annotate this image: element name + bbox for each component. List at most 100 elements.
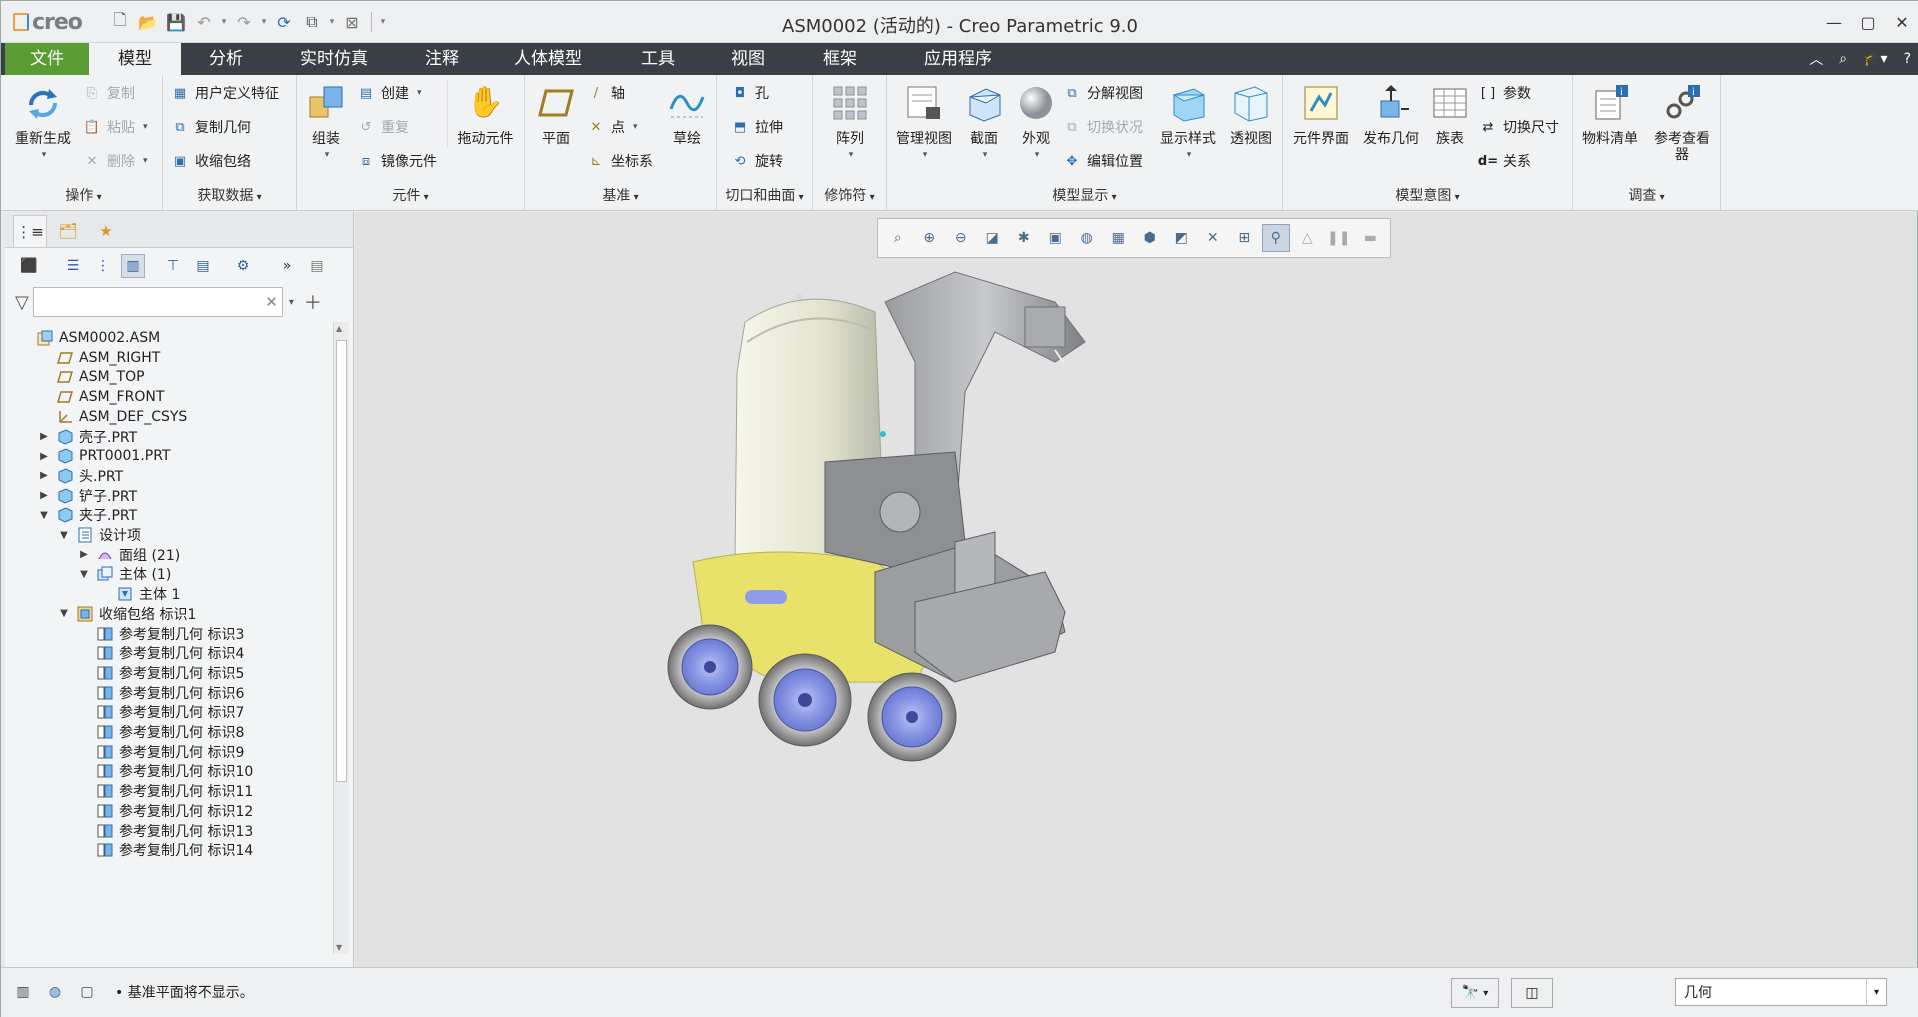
tree-columns-icon[interactable]: ☰ (61, 254, 85, 278)
appearance-button[interactable]: 外观 ▾ (1011, 81, 1061, 163)
windows-icon[interactable]: ⧉ (299, 9, 325, 35)
learning-icon[interactable]: 🎓▾ (1863, 51, 1887, 67)
group-label-investigate[interactable]: 调查 (1573, 185, 1720, 205)
selection-view-button[interactable]: ◫ (1511, 978, 1553, 1008)
tree-row[interactable]: 参考复制几何 标识14 (77, 838, 253, 862)
expand-toggle-icon[interactable]: ▼ (57, 530, 71, 541)
model-tree-tab-icon[interactable]: ⋮≡ (13, 215, 47, 247)
switch-dimensions-button[interactable]: ⇄ 切换尺寸 (1479, 115, 1559, 139)
search-icon[interactable]: ⌕ (1839, 51, 1847, 67)
windows-dropdown-icon[interactable]: ▾ (327, 17, 337, 27)
relations-button[interactable]: d= 关系 (1478, 149, 1531, 173)
close-button[interactable]: ✕ (1885, 1, 1918, 43)
tree-settings-icon[interactable]: ⊤ (161, 254, 185, 278)
drag-components-button[interactable]: ✋ 拖动元件 (447, 81, 523, 147)
manage-views-button[interactable]: 管理视图 ▾ (891, 81, 957, 163)
tab-tools[interactable]: 工具 (623, 43, 693, 75)
tab-file[interactable]: 文件 (5, 43, 89, 75)
browser-icon[interactable]: ◍ (43, 980, 67, 1004)
tab-framework[interactable]: 框架 (805, 43, 875, 75)
find-button[interactable]: 🔭 ▾ (1451, 978, 1499, 1008)
create-dropdown-icon[interactable]: ▾ (417, 88, 422, 98)
revolve-button[interactable]: ⟲ 旋转 (731, 149, 783, 173)
group-label-cuts-surfaces[interactable]: 切口和曲面 (717, 185, 812, 205)
repeat-button[interactable]: ↺ 重复 (357, 115, 409, 139)
expand-toggle-icon[interactable]: ▶ (77, 549, 91, 560)
more-tools-icon[interactable]: » (275, 254, 299, 278)
reference-viewer-button[interactable]: i 参考查看器 (1647, 81, 1717, 163)
selection-filter[interactable]: 几何 ▾ (1675, 978, 1887, 1006)
expand-toggle-icon[interactable]: ▼ (77, 569, 91, 580)
edit-position-button[interactable]: ✥ 编辑位置 (1063, 149, 1143, 173)
group-label-component[interactable]: 元件 (297, 185, 524, 205)
tree-show-icon[interactable]: ▤ (191, 254, 215, 278)
section-dropdown-icon[interactable]: ▾ (983, 147, 988, 163)
delete-dropdown-icon[interactable]: ▾ (143, 156, 148, 166)
assemble-button[interactable]: 组装 ▾ (301, 81, 351, 163)
tab-applications[interactable]: 应用程序 (903, 43, 1013, 75)
minimize-button[interactable]: — (1817, 1, 1851, 43)
redo-dropdown-icon[interactable]: ▾ (259, 17, 269, 27)
expand-toggle-icon[interactable]: ▶ (37, 451, 51, 462)
display-style-dropdown-icon[interactable]: ▾ (1187, 147, 1192, 163)
regenerate-icon[interactable]: ⟳ (271, 9, 297, 35)
tree-layout-icon[interactable]: ▥ (121, 254, 145, 278)
maximize-button[interactable]: ▢ (1851, 1, 1885, 43)
mirror-component-button[interactable]: ⧈ 镜像元件 (357, 149, 437, 173)
perspective-button[interactable]: 透视图 (1223, 81, 1279, 147)
delete-button[interactable]: ✕ 删除 ▾ (83, 149, 148, 173)
shrinkwrap-button[interactable]: ▣ 收缩包络 (171, 149, 251, 173)
parameters-button[interactable]: [ ] 参数 (1479, 81, 1531, 105)
hole-button[interactable]: ◘ 孔 (731, 81, 769, 105)
expand-toggle-icon[interactable]: ▶ (37, 470, 51, 481)
tree-notes-icon[interactable]: ▤ (305, 254, 329, 278)
group-label-datum[interactable]: 基准 (525, 185, 716, 205)
copy-button[interactable]: ⎘ 复制 (83, 81, 135, 105)
toggle-status-button[interactable]: ⧉ 切换状况 (1063, 115, 1143, 139)
undo-dropdown-icon[interactable]: ▾ (219, 17, 229, 27)
regenerate-button[interactable]: 重新生成 ▾ (11, 81, 75, 163)
manage-views-dropdown-icon[interactable]: ▾ (923, 147, 928, 163)
close-window-icon[interactable]: ⊠ (339, 9, 365, 35)
model-display-icon[interactable]: ⬛ (17, 254, 41, 278)
component-interface-button[interactable]: 元件界面 (1287, 81, 1355, 147)
collapse-ribbon-icon[interactable]: ︿ (1809, 49, 1823, 69)
tree-search-input[interactable]: ✕ (32, 287, 283, 317)
filter-dropdown-icon[interactable]: ▾ (289, 297, 294, 308)
extrude-button[interactable]: ⬒ 拉伸 (731, 115, 783, 139)
expand-toggle-icon[interactable]: ▶ (37, 490, 51, 501)
save-icon[interactable]: 💾 (163, 9, 189, 35)
group-label-model-intent[interactable]: 模型意图 (1283, 185, 1572, 205)
expand-toggle-icon[interactable]: ▼ (37, 510, 51, 521)
folder-browser-tab-icon[interactable]: 🗂 (51, 215, 85, 247)
sketch-button[interactable]: 草绘 (661, 81, 713, 147)
pattern-button[interactable]: 阵列 ▾ (823, 81, 877, 163)
tab-live-simulation[interactable]: 实时仿真 (289, 43, 379, 75)
tab-view[interactable]: 视图 (713, 43, 783, 75)
group-label-operations[interactable]: 操作 (5, 185, 162, 205)
group-label-get-data[interactable]: 获取数据 (163, 185, 296, 205)
undo-icon[interactable]: ↶ (191, 9, 217, 35)
group-label-model-display[interactable]: 模型显示 (887, 185, 1282, 205)
axis-button[interactable]: / 轴 (587, 81, 625, 105)
graphics-window[interactable]: ⌕ ⊕ ⊖ ◪ ✱ ▣ ◍ ▦ ⬢ ◩ ✕ ⊞ ⚲ △ ❚❚ ▬ (355, 212, 1917, 967)
paste-button[interactable]: 📋 粘贴 ▾ (83, 115, 148, 139)
clear-filter-icon[interactable]: ✕ (265, 293, 278, 311)
add-filter-icon[interactable]: ＋ (304, 289, 322, 315)
tree-scroll-thumb[interactable] (336, 340, 347, 782)
filter-icon[interactable]: ▽ (15, 292, 29, 313)
regenerate-dropdown-icon[interactable]: ▾ (42, 147, 47, 163)
paste-dropdown-icon[interactable]: ▾ (143, 122, 148, 132)
tab-model[interactable]: 模型 (89, 43, 181, 75)
redo-icon[interactable]: ↷ (231, 9, 257, 35)
assemble-dropdown-icon[interactable]: ▾ (325, 147, 330, 163)
pattern-dropdown-icon[interactable]: ▾ (849, 147, 854, 163)
appearance-dropdown-icon[interactable]: ▾ (1035, 147, 1040, 163)
customize-qat-icon[interactable]: ▾ (378, 17, 388, 27)
robot-assembly-model[interactable] (355, 212, 1917, 967)
tab-analysis[interactable]: 分析 (191, 43, 261, 75)
create-button[interactable]: ▤ 创建 ▾ (357, 81, 422, 105)
find-dropdown-icon[interactable]: ▾ (1483, 988, 1488, 999)
group-label-modifiers[interactable]: 修饰符 (813, 185, 886, 205)
tree-filters-icon[interactable]: ⋮ (91, 254, 115, 278)
